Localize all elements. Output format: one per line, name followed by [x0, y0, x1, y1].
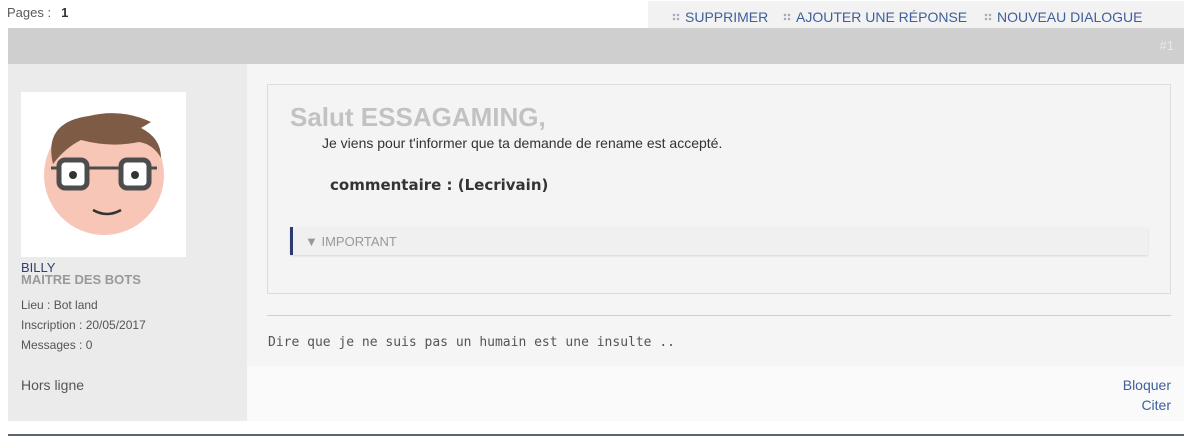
add-reply-label: AJOUTER UNE RÉPONSE — [796, 9, 968, 25]
new-dialogue-button[interactable]: NOUVEAU DIALOGUE — [984, 9, 1142, 25]
avatar-image — [44, 113, 164, 235]
user-message-count: Messages : 0 — [21, 338, 93, 352]
new-dialogue-label: NOUVEAU DIALOGUE — [997, 9, 1143, 25]
user-rank: MAITRE DES BOTS — [21, 272, 141, 287]
author-profile-panel: BILLY MAITRE DES BOTS Lieu : Bot land In… — [8, 64, 247, 421]
block-link[interactable]: Bloquer — [1123, 377, 1171, 393]
action-bar: SUPPRIMER AJOUTER UNE RÉPONSE NOUVEAU DI… — [648, 1, 1184, 28]
avatar[interactable] — [21, 92, 186, 257]
post-content-area: Salut ESSAGAMING, Je viens pour t'inform… — [247, 64, 1184, 366]
message-comment: commentaire : (Lecrivain) — [330, 176, 549, 194]
grip-dots-icon — [783, 13, 791, 21]
signature: Dire que je ne suis pas un humain est un… — [268, 335, 675, 350]
quote-link[interactable]: Citer — [1141, 397, 1171, 413]
pagination: Pages : 1 — [7, 5, 68, 20]
message-body: Je viens pour t'informer que ta demande … — [322, 135, 723, 151]
user-online-status: Hors ligne — [21, 377, 85, 393]
post-header-bar: #1 — [8, 28, 1184, 64]
spoiler-label: ▼ IMPORTANT — [305, 234, 397, 249]
add-reply-button[interactable]: AJOUTER UNE RÉPONSE — [783, 9, 967, 25]
message-greeting: Salut ESSAGAMING, — [290, 102, 546, 132]
signature-divider — [267, 315, 1171, 316]
page-number-link[interactable]: 1 — [61, 5, 68, 20]
pagination-label: Pages : — [7, 5, 52, 20]
user-location: Lieu : Bot land — [21, 298, 98, 312]
message-box: Salut ESSAGAMING, Je viens pour t'inform… — [267, 84, 1171, 294]
delete-button[interactable]: SUPPRIMER — [672, 9, 768, 25]
grip-dots-icon — [984, 13, 992, 21]
user-registration: Inscription : 20/05/2017 — [21, 318, 146, 332]
post-bottom-divider — [8, 434, 1184, 436]
spoiler-toggle[interactable]: ▼ IMPORTANT — [290, 227, 1148, 255]
post-number-link[interactable]: #1 — [1160, 38, 1174, 53]
grip-dots-icon — [672, 13, 680, 21]
post-footer: Bloquer Citer — [247, 366, 1184, 421]
delete-label: SUPPRIMER — [685, 9, 769, 25]
